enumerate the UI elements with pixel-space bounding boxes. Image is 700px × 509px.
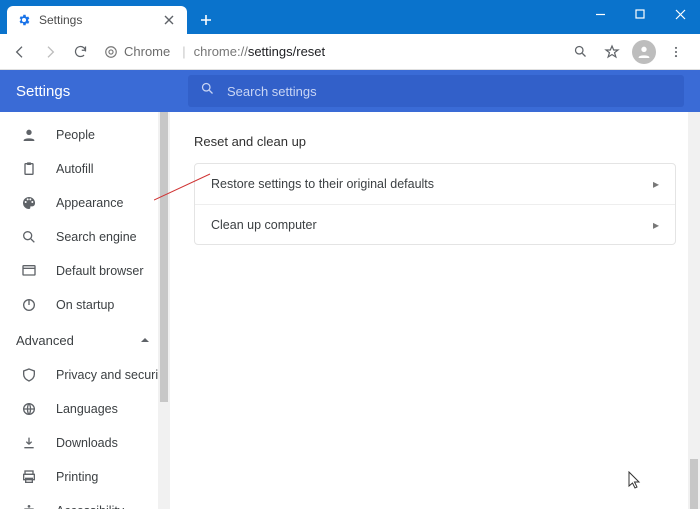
sidebar-item-privacy[interactable]: Privacy and security: [0, 358, 170, 392]
menu-button[interactable]: [662, 38, 690, 66]
sidebar-item-label: Downloads: [56, 436, 118, 450]
shield-icon: [20, 366, 38, 384]
maximize-button[interactable]: [620, 0, 660, 28]
accessibility-icon: [20, 502, 38, 509]
forward-button[interactable]: [36, 38, 64, 66]
sidebar-item-printing[interactable]: Printing: [0, 460, 170, 494]
clipboard-icon: [20, 160, 38, 178]
tab-title: Settings: [39, 13, 82, 27]
palette-icon: [20, 194, 38, 212]
bookmark-button[interactable]: [598, 38, 626, 66]
new-tab-button[interactable]: [195, 9, 217, 31]
sidebar-scroll-track[interactable]: [158, 112, 170, 509]
row-cleanup[interactable]: Clean up computer ▸: [195, 204, 675, 244]
search-omnibox-icon[interactable]: [566, 38, 594, 66]
settings-header: Settings: [0, 70, 700, 112]
browser-icon: [20, 262, 38, 280]
sidebar-item-startup[interactable]: On startup: [0, 288, 170, 322]
minimize-button[interactable]: [580, 0, 620, 28]
row-label: Clean up computer: [211, 218, 317, 232]
sidebar-item-label: Appearance: [56, 196, 123, 210]
url-origin: Chrome: [124, 44, 170, 59]
sidebar-item-label: Search engine: [56, 230, 137, 244]
sidebar-item-appearance[interactable]: Appearance: [0, 186, 170, 220]
print-icon: [20, 468, 38, 486]
sidebar-item-label: People: [56, 128, 95, 142]
search-settings-box[interactable]: [188, 75, 684, 107]
sidebar: People Autofill Appearance Search engine…: [0, 112, 170, 509]
download-icon: [20, 434, 38, 452]
address-field[interactable]: chrome://settings/reset: [194, 44, 326, 59]
cursor-icon: [628, 471, 642, 489]
sidebar-item-downloads[interactable]: Downloads: [0, 426, 170, 460]
chevron-right-icon: ▸: [653, 218, 659, 232]
window-controls: [580, 0, 700, 34]
sidebar-item-label: Default browser: [56, 264, 144, 278]
sidebar-item-label: Accessibility: [56, 504, 124, 509]
profile-button[interactable]: [630, 38, 658, 66]
globe-icon: [20, 400, 38, 418]
search-icon: [200, 81, 215, 101]
sidebar-item-label: Autofill: [56, 162, 94, 176]
site-info[interactable]: Chrome |: [104, 44, 192, 59]
content-scroll-track[interactable]: [688, 112, 700, 509]
row-label: Restore settings to their original defau…: [211, 177, 434, 191]
chevron-right-icon: ▸: [653, 177, 659, 191]
power-icon: [20, 296, 38, 314]
reload-button[interactable]: [66, 38, 94, 66]
sidebar-item-label: Languages: [56, 402, 118, 416]
sidebar-advanced-toggle[interactable]: Advanced: [0, 322, 170, 358]
sidebar-item-label: Privacy and security: [56, 368, 168, 382]
sidebar-item-label: Printing: [56, 470, 98, 484]
window-close-button[interactable]: [660, 0, 700, 28]
toolbar-right: [566, 38, 694, 66]
sidebar-item-accessibility[interactable]: Accessibility: [0, 494, 170, 509]
chevron-up-icon: [140, 333, 150, 348]
sidebar-scroll-thumb[interactable]: [160, 112, 168, 402]
sidebar-item-label: On startup: [56, 298, 114, 312]
reset-card: Restore settings to their original defau…: [194, 163, 676, 245]
section-title: Reset and clean up: [194, 134, 700, 149]
advanced-label: Advanced: [16, 333, 74, 348]
avatar-icon: [632, 40, 656, 64]
sidebar-item-languages[interactable]: Languages: [0, 392, 170, 426]
address-toolbar: Chrome | chrome://settings/reset: [0, 34, 700, 70]
window-titlebar: Settings: [0, 0, 700, 34]
row-restore-defaults[interactable]: Restore settings to their original defau…: [195, 164, 675, 204]
person-icon: [20, 126, 38, 144]
url-separator: |: [182, 44, 185, 59]
sidebar-item-search[interactable]: Search engine: [0, 220, 170, 254]
page-title: Settings: [16, 83, 188, 100]
gear-icon: [17, 13, 31, 27]
content-pane: Reset and clean up Restore settings to t…: [170, 112, 700, 509]
sidebar-item-default-browser[interactable]: Default browser: [0, 254, 170, 288]
chrome-icon: [104, 45, 118, 59]
sidebar-item-people[interactable]: People: [0, 118, 170, 152]
search-input[interactable]: [227, 84, 672, 99]
close-icon[interactable]: [161, 12, 177, 28]
search-icon: [20, 228, 38, 246]
back-button[interactable]: [6, 38, 34, 66]
browser-tab[interactable]: Settings: [7, 6, 187, 34]
content-scroll-thumb[interactable]: [690, 459, 698, 509]
sidebar-item-autofill[interactable]: Autofill: [0, 152, 170, 186]
